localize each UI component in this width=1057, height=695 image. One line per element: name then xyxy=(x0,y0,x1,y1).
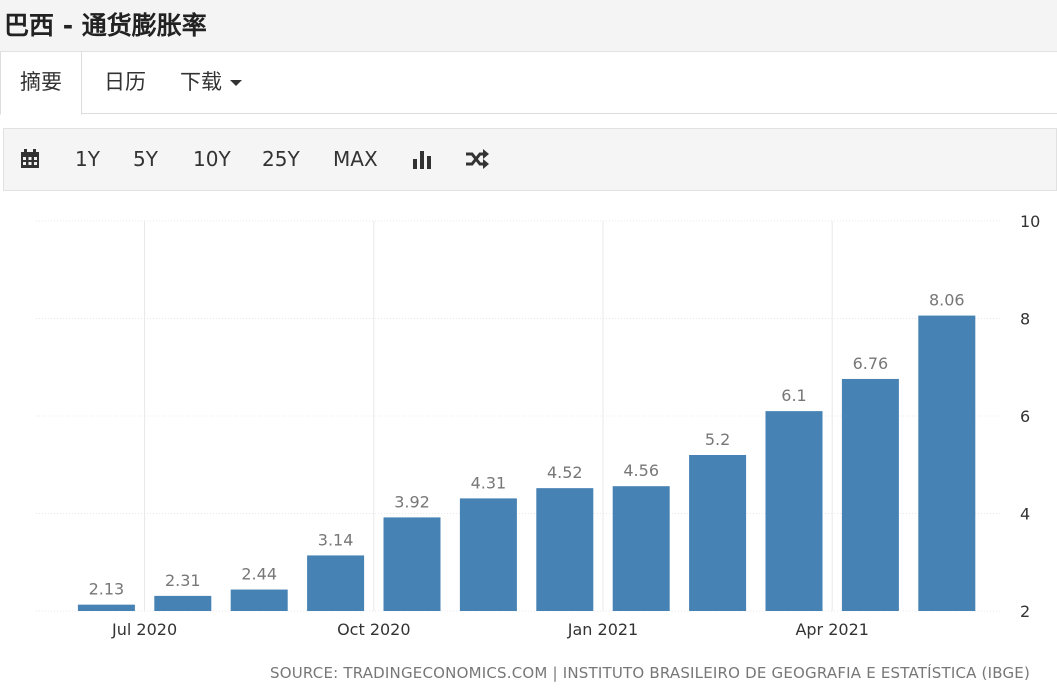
page-title: 巴西 - 通货膨胀率 xyxy=(4,11,207,40)
bar-data-label: 3.92 xyxy=(394,492,430,511)
tab-download[interactable]: 下载 xyxy=(180,52,242,114)
bar[interactable] xyxy=(689,455,747,611)
x-tick-label: Jul 2020 xyxy=(111,620,177,639)
chart-x-axis: Jul 2020 Oct 2020 Jan 2021 Apr 2021 xyxy=(111,620,869,639)
tab-calendar-label: 日历 xyxy=(104,70,146,94)
bar-data-label: 2.31 xyxy=(165,571,201,590)
chart-data-labels: 2.13 2.31 2.44 3.14 3.92 4.31 4.52 4.56 5.2 6.1 6.… xyxy=(89,291,965,599)
bar-data-label: 6.1 xyxy=(781,386,806,405)
chart-y-axis: 2 4 6 8 10 xyxy=(1020,212,1040,621)
bar-data-label: 4.52 xyxy=(547,463,583,482)
y-tick-label: 4 xyxy=(1020,505,1030,524)
bar[interactable] xyxy=(536,488,594,611)
caret-down-icon xyxy=(230,80,242,86)
bar-data-label: 6.76 xyxy=(853,354,889,373)
bar-data-label: 2.44 xyxy=(241,565,277,584)
range-max-button[interactable]: MAX xyxy=(333,129,378,190)
inflation-chart: 2.13 2.31 2.44 3.14 3.92 4.31 4.52 4.56 5.2 6.1 6.… xyxy=(36,212,1040,639)
bar-data-label: 8.06 xyxy=(929,291,965,310)
bar[interactable] xyxy=(154,595,212,611)
bar[interactable] xyxy=(841,378,899,611)
shuffle-icon[interactable] xyxy=(465,149,490,169)
tab-summary-label: 摘要 xyxy=(20,70,62,94)
tab-bar: 摘要 日历 下载 xyxy=(0,52,1057,115)
calendar-icon[interactable] xyxy=(20,149,40,169)
y-tick-label: 10 xyxy=(1020,212,1040,231)
tab-summary[interactable]: 摘要 xyxy=(0,52,82,115)
bar[interactable] xyxy=(230,589,288,611)
bar-data-label: 3.14 xyxy=(318,530,354,549)
x-tick-label: Apr 2021 xyxy=(795,620,868,639)
y-tick-label: 2 xyxy=(1020,602,1030,621)
bar-data-label: 4.31 xyxy=(471,473,507,492)
bar[interactable] xyxy=(918,315,976,611)
x-tick-label: Jan 2021 xyxy=(567,620,638,639)
bar[interactable] xyxy=(383,517,441,611)
tab-calendar[interactable]: 日历 xyxy=(104,52,146,114)
bar[interactable] xyxy=(612,486,670,611)
title-bar: 巴西 - 通货膨胀率 xyxy=(0,0,1057,52)
bar-chart-icon[interactable] xyxy=(412,149,433,169)
chart-bars xyxy=(77,315,976,611)
x-tick-label: Oct 2020 xyxy=(337,620,410,639)
range-25y-button[interactable]: 25Y xyxy=(262,129,300,190)
bar[interactable] xyxy=(77,604,135,611)
bar[interactable] xyxy=(307,555,365,611)
chart-toolbar: 1Y 5Y 10Y 25Y MAX xyxy=(3,128,1057,191)
y-tick-label: 6 xyxy=(1020,407,1030,426)
y-tick-label: 8 xyxy=(1020,310,1030,329)
range-5y-button[interactable]: 5Y xyxy=(133,129,158,190)
bar[interactable] xyxy=(765,411,823,611)
bar-data-label: 2.13 xyxy=(89,580,125,599)
bar-data-label: 4.56 xyxy=(623,461,659,480)
bar[interactable] xyxy=(459,498,517,611)
range-10y-button[interactable]: 10Y xyxy=(193,129,231,190)
bar-data-label: 5.2 xyxy=(705,430,730,449)
tab-download-label: 下载 xyxy=(180,70,222,94)
source-note: SOURCE: TRADINGECONOMICS.COM | INSTITUTO… xyxy=(269,664,1030,682)
range-1y-button[interactable]: 1Y xyxy=(75,129,100,190)
